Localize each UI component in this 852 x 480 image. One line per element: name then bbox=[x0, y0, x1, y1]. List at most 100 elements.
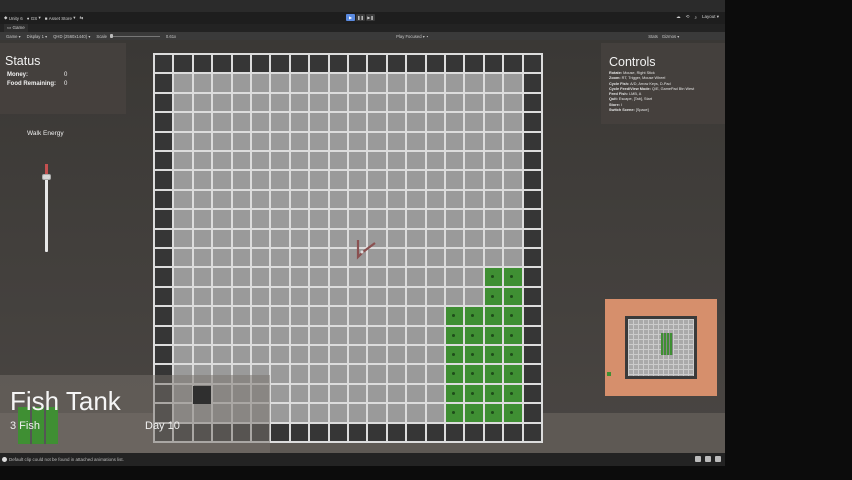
toolbar-right: ☁ ⟲ ⌕ Layout ▾ bbox=[676, 14, 719, 20]
debug-icon[interactable] bbox=[695, 456, 701, 462]
tank-cell bbox=[483, 247, 504, 268]
control-key: Store: bbox=[609, 102, 620, 107]
tank-cell bbox=[406, 306, 426, 326]
pause-button[interactable]: ❚❚ bbox=[356, 14, 365, 21]
tank-weed-cell bbox=[444, 364, 465, 384]
layout-dropdown[interactable]: Layout ▾ bbox=[702, 14, 719, 20]
settings-icon[interactable] bbox=[715, 456, 721, 462]
minimap bbox=[605, 299, 717, 396]
tank-cell bbox=[444, 150, 465, 171]
tank-cell bbox=[347, 131, 368, 151]
scale-slider[interactable] bbox=[109, 34, 160, 38]
tank-cell bbox=[406, 403, 426, 423]
tank-cell bbox=[503, 112, 523, 132]
tank-wall-cell bbox=[425, 54, 445, 74]
tank-cell bbox=[386, 150, 407, 171]
tank-cell bbox=[425, 383, 445, 404]
tank-cell bbox=[250, 228, 271, 248]
asset-store-dropdown[interactable]: ■ Asset Store ▾ bbox=[45, 15, 76, 21]
search-icon[interactable]: ⌕ bbox=[694, 15, 697, 20]
tank-cell bbox=[425, 364, 445, 384]
tank-cell bbox=[503, 92, 523, 113]
tank-weed-cell bbox=[503, 364, 523, 384]
tank-cell bbox=[406, 209, 426, 229]
tank-cell bbox=[386, 286, 407, 307]
tank-cell bbox=[425, 286, 445, 307]
tank-cell bbox=[347, 92, 368, 113]
tank-cell bbox=[192, 73, 213, 93]
tank-wall-cell bbox=[192, 54, 213, 74]
unity-menu[interactable]: ◆ Unity 6 bbox=[4, 15, 23, 21]
tank-wall-cell bbox=[154, 131, 174, 151]
tank-cell bbox=[464, 286, 484, 307]
tank-wall-cell bbox=[154, 306, 174, 326]
tank-wall-cell bbox=[522, 228, 542, 248]
step-button[interactable]: ▶❚ bbox=[366, 14, 375, 21]
tank-wall-cell bbox=[503, 54, 523, 74]
tank-cell bbox=[231, 228, 251, 248]
version-control-icon[interactable]: ⇆ bbox=[79, 15, 83, 21]
tank-cell bbox=[212, 209, 232, 229]
tank-cell bbox=[192, 286, 213, 307]
tank-cell bbox=[367, 112, 387, 132]
tank-weed-cell bbox=[464, 325, 484, 345]
view-dropdown[interactable]: Game ▾ bbox=[6, 34, 21, 39]
control-key: Cycle Feed/View Mode: bbox=[609, 86, 651, 91]
play-button[interactable]: ▶ bbox=[346, 14, 355, 21]
tank-cell bbox=[464, 170, 484, 190]
minimap-weed bbox=[661, 333, 673, 355]
tank-cell bbox=[347, 306, 368, 326]
tank-cell bbox=[231, 112, 251, 132]
tank-cell bbox=[406, 170, 426, 190]
scale-label: Scale bbox=[96, 33, 107, 39]
tank-cell bbox=[270, 267, 290, 287]
tank-wall-cell bbox=[289, 54, 310, 74]
tank-cell bbox=[289, 344, 310, 365]
tank-cell bbox=[212, 170, 232, 190]
mute-audio-icon[interactable]: ▪ bbox=[427, 34, 429, 39]
tank-cell bbox=[328, 306, 348, 326]
minimap-marker bbox=[607, 372, 611, 376]
tank-cell bbox=[347, 286, 368, 307]
gizmos-dropdown[interactable]: Gizmos ▾ bbox=[662, 34, 679, 39]
tank-cell bbox=[289, 286, 310, 307]
account-dropdown[interactable]: ● GS ▾ bbox=[27, 15, 41, 21]
tank-wall-cell bbox=[154, 92, 174, 113]
play-focused-dropdown[interactable]: Play Focused ▾ bbox=[396, 34, 425, 39]
walk-energy-label: Walk Energy bbox=[27, 130, 64, 137]
cloud-icon[interactable]: ☁ bbox=[676, 14, 681, 20]
tank-cell bbox=[425, 150, 445, 171]
resolution-dropdown[interactable]: QHD (2560x1440) ▾ bbox=[53, 34, 90, 39]
history-icon[interactable]: ⟲ bbox=[686, 14, 690, 20]
tank-wall-cell bbox=[270, 54, 290, 74]
tank-cell bbox=[309, 403, 329, 423]
info-icon bbox=[2, 457, 7, 462]
tank-wall-cell bbox=[522, 306, 542, 326]
tank-cell bbox=[212, 325, 232, 345]
tank-wall-cell bbox=[522, 247, 542, 268]
tank-wall-cell bbox=[522, 267, 542, 287]
tank-cell bbox=[192, 306, 213, 326]
tank-wall-cell bbox=[483, 54, 504, 74]
tank-wall-cell bbox=[154, 112, 174, 132]
fish-count: 3 Fish bbox=[10, 420, 40, 432]
progress-icon[interactable] bbox=[705, 456, 711, 462]
walk-energy-handle[interactable] bbox=[42, 174, 51, 181]
tank-cell bbox=[231, 286, 251, 307]
game-view[interactable]: Status Money: 0 Food Remaining: 0 Walk E… bbox=[0, 40, 725, 453]
display-dropdown[interactable]: Display 1 ▾ bbox=[27, 34, 48, 39]
tank-cell bbox=[270, 228, 290, 248]
tab-game[interactable]: ▭ Game bbox=[4, 24, 28, 32]
tank-cell bbox=[328, 150, 348, 171]
tank-cell bbox=[328, 112, 348, 132]
console-message[interactable]: Default clip could not be found in attac… bbox=[9, 457, 124, 462]
tank-cell bbox=[192, 92, 213, 113]
tank-cell bbox=[231, 73, 251, 93]
tank-cell bbox=[192, 170, 213, 190]
tank-cell bbox=[425, 228, 445, 248]
tank-cell bbox=[328, 189, 348, 210]
stats-button[interactable]: Stats bbox=[648, 34, 658, 39]
tank-cell bbox=[173, 189, 193, 210]
tank-cell bbox=[192, 267, 213, 287]
tank-cell bbox=[212, 131, 232, 151]
